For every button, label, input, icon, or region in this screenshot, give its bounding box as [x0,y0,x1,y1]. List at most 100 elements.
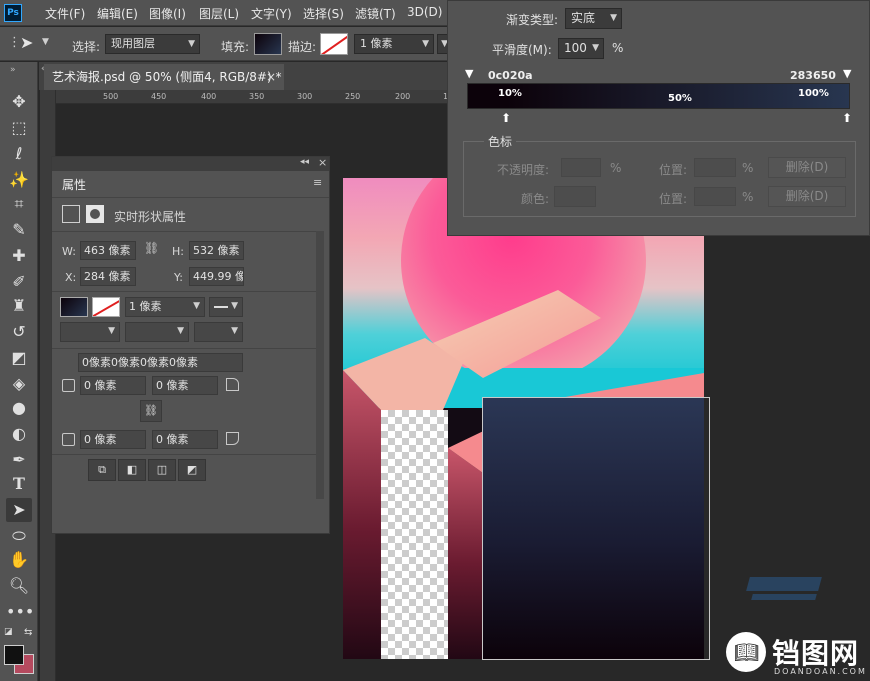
stroke-corner-dropdown[interactable]: ▼ [194,322,243,342]
menu-image[interactable]: 图像(I) [149,5,186,22]
dodge-tool-icon[interactable]: ◐ [6,422,32,446]
stroke-align-dropdown[interactable]: ▼ [60,322,120,342]
document-tab-title: 艺术海报.psd @ 50% (侧面4, RGB/8#) * [52,70,282,84]
opacity-input[interactable] [561,158,601,177]
fill-swatch[interactable] [60,297,88,317]
crop-tool-icon[interactable]: ⌗ [6,192,32,216]
select-label: 选择: [72,40,101,54]
ellipse-tool-icon[interactable]: ⬭ [6,524,32,548]
smoothness-label: 平滑度(M): [492,43,552,57]
default-colors-icon[interactable]: ◪ [4,627,13,637]
blur-tool-icon[interactable]: ● [6,396,32,420]
properties-panel: ◂◂ × 属性 ≡ 实时形状属性 W: 463 像素 ⛓ H: 532 像素 X… [51,156,330,534]
stroke-swatch[interactable] [92,297,120,317]
paint-bucket-tool-icon[interactable]: ◈ [6,372,32,396]
delete-opacity-stop-button[interactable]: 删除(D) [768,157,846,178]
path-selection-tool-preset-icon[interactable]: ➤ [20,33,33,52]
panel-menu-icon[interactable]: ≡ [313,176,322,189]
pen-tool-icon[interactable]: ✒ [6,448,32,472]
corner-top-left-input[interactable]: 0 像素 [80,376,146,395]
link-dimensions-icon[interactable]: ⛓ [144,241,159,255]
eraser-tool-icon[interactable]: ◩ [6,346,32,370]
collapse-panel-icon[interactable]: ◂◂ [300,157,309,167]
gradient-bar[interactable]: 10% 50% 100% [467,83,850,109]
stroke-width-field[interactable]: 1 像素 ▼ [125,297,205,317]
link-corners-icon[interactable]: ⛓ [140,400,162,422]
document-tab[interactable]: 艺术海报.psd @ 50% (侧面4, RGB/8#) * × [44,64,284,90]
stroke-cap-dropdown[interactable]: ▼ [125,322,189,342]
opacity-stop-left-icon[interactable]: ▼ [465,67,473,80]
history-brush-tool-icon[interactable]: ↺ [6,320,32,344]
menu-3d[interactable]: 3D(D) [407,5,442,19]
corner-bottom-right-input[interactable]: 0 像素 [152,430,218,449]
shape-properties-icon[interactable] [62,205,80,223]
stroke-width-field[interactable]: 1 像素 ▼ [354,34,434,54]
intersect-shapes-button[interactable]: ◫ [148,459,176,481]
marquee-tool-icon[interactable]: ⬚ [6,116,32,140]
swap-colors-icon[interactable]: ⇆ [24,627,32,638]
corner-link-checkbox[interactable] [62,379,75,392]
menu-type[interactable]: 文字(Y) [251,5,292,22]
chevron-down-icon: ▼ [177,326,184,336]
gradient-type-dropdown[interactable]: 实底 ▼ [565,8,622,29]
chevron-down-icon[interactable]: ▼ [42,37,49,47]
clone-stamp-tool-icon[interactable]: ♜ [6,294,32,318]
menu-layer[interactable]: 图层(L) [199,5,239,22]
tab-properties[interactable]: 属性 [54,173,92,197]
shape-bounding-box[interactable] [482,397,710,660]
exclude-overlap-button[interactable]: ◩ [178,459,206,481]
panel-scrollbar[interactable] [316,231,324,499]
foreground-color-swatch[interactable] [4,645,24,665]
color-stop-left-icon[interactable]: ⬆ [501,111,511,125]
fill-swatch[interactable] [254,33,282,55]
close-panel-icon[interactable]: × [318,156,327,169]
color-stop-right-icon[interactable]: ⬆ [842,111,852,125]
zoom-tool-icon[interactable]: 🔍︎ [6,574,32,598]
menu-edit[interactable]: 编辑(E) [97,5,138,22]
color-position-input[interactable] [694,187,736,206]
collapse-icon[interactable]: » [10,65,16,75]
corner-bottom-left-input[interactable]: 0 像素 [80,430,146,449]
eyedropper-tool-icon[interactable]: ✎ [6,218,32,242]
chevron-down-icon: ▼ [188,39,195,49]
all-corners-input[interactable]: 0像素0像素0像素0像素 [78,353,243,372]
move-tool-icon[interactable]: ✥ [6,90,32,114]
mask-properties-icon[interactable] [86,205,104,223]
smoothness-input[interactable]: 100 ▼ [558,38,604,59]
delete-color-stop-button[interactable]: 删除(D) [768,186,846,207]
width-input[interactable]: 463 像素 [80,241,136,260]
y-input[interactable]: 449.99 像素 [189,267,244,286]
lasso-tool-icon[interactable]: ℓ [6,142,32,166]
properties-panel-header[interactable]: ◂◂ × [52,156,329,171]
hand-tool-icon[interactable]: ✋ [6,548,32,572]
opacity-position-input[interactable] [694,158,736,177]
left-side-face [343,370,381,659]
corner-bottom-checkbox[interactable] [62,433,75,446]
close-tab-icon[interactable]: × [266,64,276,90]
healing-brush-tool-icon[interactable]: ✚ [6,244,32,268]
path-selection-tool-icon[interactable]: ➤ [6,498,32,522]
smoothness-unit: % [612,41,624,55]
select-mode-dropdown[interactable]: 现用图层 ▼ [105,34,200,54]
chevron-down-icon: ▼ [610,13,617,23]
type-tool-icon[interactable]: T [6,472,32,496]
more-tools-icon[interactable]: ••• [6,600,34,624]
x-input[interactable]: 284 像素 [80,267,136,286]
panel-title: 实时形状属性 [114,210,187,224]
stroke-width-value: 1 像素 [129,300,162,313]
menu-select[interactable]: 选择(S) [303,5,344,22]
height-input[interactable]: 532 像素 [189,241,244,260]
subtract-shape-button[interactable]: ◧ [118,459,146,481]
stroke-swatch[interactable] [320,33,348,55]
magic-wand-tool-icon[interactable]: ✨ [6,168,32,192]
gradient-type-value: 实底 [571,11,596,25]
menu-file[interactable]: 文件(F) [45,5,85,22]
corner-top-right-input[interactable]: 0 像素 [152,376,218,395]
opacity-position-label: 位置: [659,163,688,177]
stroke-type-dropdown[interactable]: ▼ [209,297,243,317]
menu-filter[interactable]: 滤镜(T) [355,5,396,22]
combine-shapes-button[interactable]: ⧉ [88,459,116,481]
opacity-stop-right-icon[interactable]: ▼ [843,67,851,80]
stop-color-swatch[interactable] [554,186,596,207]
brush-tool-icon[interactable]: ✐ [6,270,32,294]
